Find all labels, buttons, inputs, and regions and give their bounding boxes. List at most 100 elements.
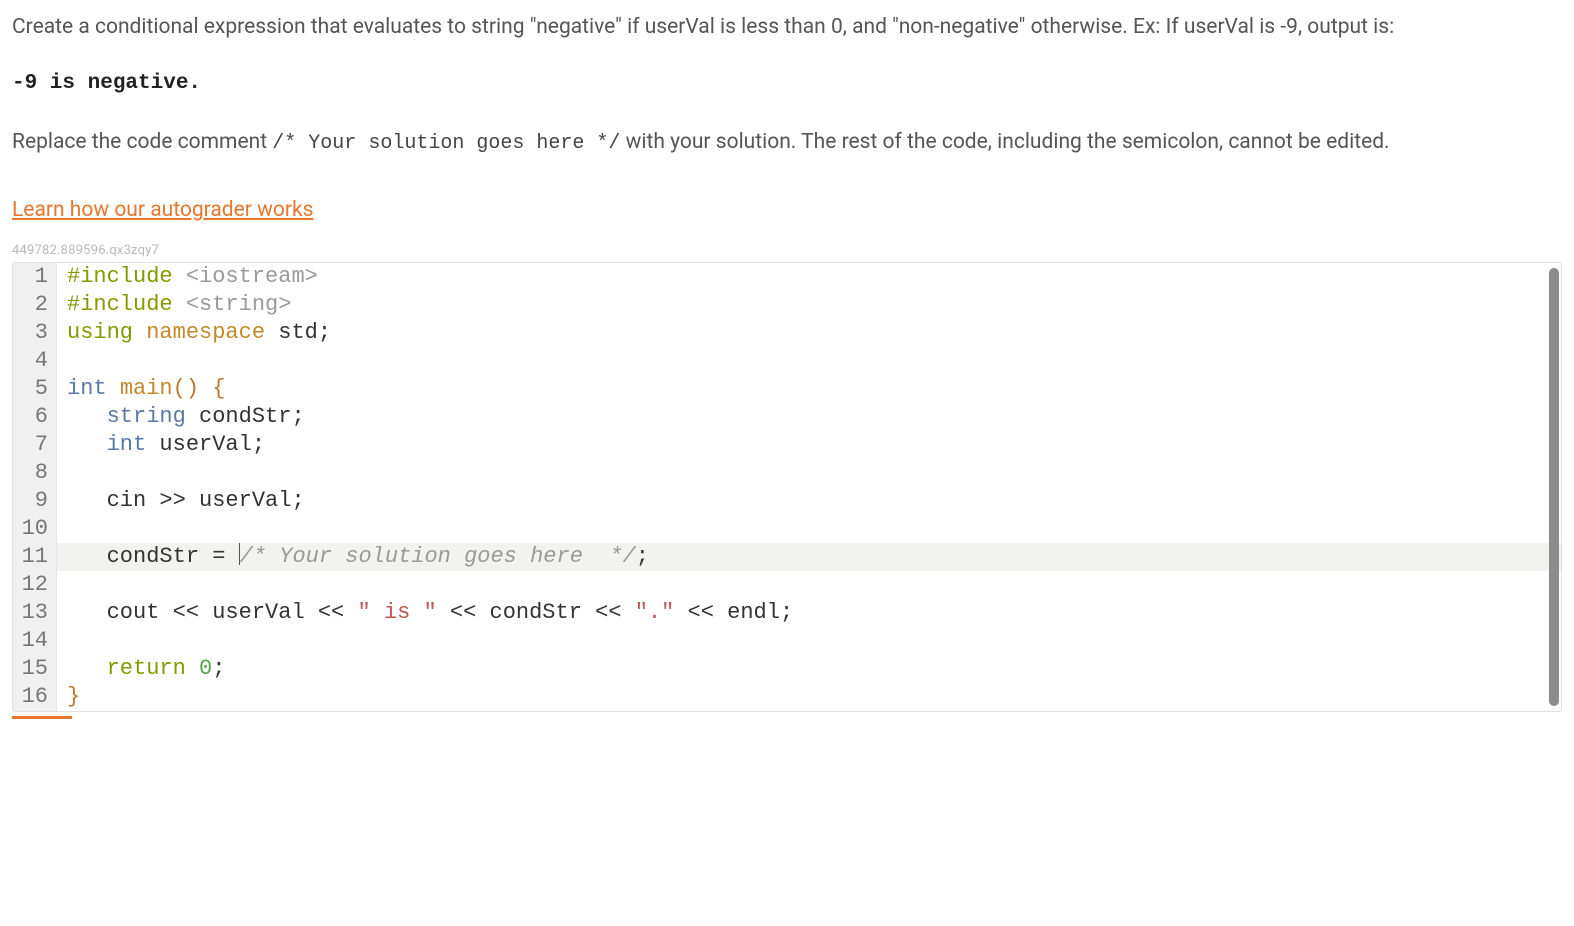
code-line[interactable]: 1#include <iostream> [13, 263, 1561, 291]
code-token: userVal [199, 488, 291, 513]
code-cell[interactable]: condStr = /* Your solution goes here */; [57, 543, 1561, 571]
code-token: << [173, 600, 213, 625]
code-token: cin [107, 488, 160, 513]
code-token [437, 600, 450, 625]
prompt-paragraph-1: Create a conditional expression that eva… [12, 12, 1562, 44]
code-token: ; [636, 544, 649, 569]
code-cell[interactable]: } [57, 683, 1561, 711]
code-token: ; [291, 404, 304, 429]
code-token: using [67, 320, 146, 345]
code-token: { [212, 376, 225, 401]
code-token: >> [159, 488, 199, 513]
line-number: 15 [13, 655, 57, 683]
code-line[interactable]: 15 return 0; [13, 655, 1561, 683]
code-token [67, 544, 107, 569]
code-token: condStr [107, 544, 213, 569]
code-token: std [278, 320, 318, 345]
code-token: "." [635, 600, 675, 625]
code-cell[interactable] [57, 459, 1561, 487]
line-number: 11 [13, 543, 57, 571]
code-token: } [67, 684, 80, 709]
line-number: 7 [13, 431, 57, 459]
code-line[interactable]: 4 [13, 347, 1561, 375]
code-token: main [120, 376, 173, 401]
code-line[interactable]: 6 string condStr; [13, 403, 1561, 431]
code-token: <iostream> [186, 264, 318, 289]
code-editor-wrap: 1#include <iostream>2#include <string>3u… [12, 262, 1562, 712]
code-token [67, 432, 107, 457]
code-token: int [67, 376, 120, 401]
code-line[interactable]: 16} [13, 683, 1561, 711]
prompt-block: Create a conditional expression that eva… [12, 12, 1562, 159]
code-cell[interactable] [57, 347, 1561, 375]
code-cell[interactable]: string condStr; [57, 403, 1561, 431]
line-number: 6 [13, 403, 57, 431]
line-number: 16 [13, 683, 57, 711]
line-number: 4 [13, 347, 57, 375]
code-line[interactable]: 3using namespace std; [13, 319, 1561, 347]
code-token [674, 600, 687, 625]
code-token: #include [67, 292, 186, 317]
code-token [67, 404, 107, 429]
code-token: () [173, 376, 199, 401]
line-number: 2 [13, 291, 57, 319]
autograder-link[interactable]: Learn how our autograder works [12, 198, 313, 222]
code-cell[interactable] [57, 571, 1561, 599]
code-token: userVal [212, 600, 318, 625]
line-number: 1 [13, 263, 57, 291]
code-token: cout [107, 600, 173, 625]
code-cell[interactable]: cout << userVal << " is " << condStr << … [57, 599, 1561, 627]
autograder-link-wrap: Learn how our autograder works [12, 195, 1562, 227]
code-line[interactable]: 2#include <string> [13, 291, 1561, 319]
line-number: 14 [13, 627, 57, 655]
sample-output: -9 is negative. [12, 68, 1562, 100]
code-token [67, 656, 107, 681]
code-token: #include [67, 264, 186, 289]
code-line[interactable]: 7 int userVal; [13, 431, 1561, 459]
code-line[interactable]: 5int main() { [13, 375, 1561, 403]
code-token: ; [318, 320, 331, 345]
code-cell[interactable]: return 0; [57, 655, 1561, 683]
line-number: 13 [13, 599, 57, 627]
code-cell[interactable] [57, 627, 1561, 655]
code-token: userVal [159, 432, 251, 457]
code-token [199, 376, 212, 401]
code-token: ; [212, 656, 225, 681]
code-token: /* Your solution goes here */ [240, 544, 636, 569]
code-token: 0 [199, 656, 212, 681]
prompt-p2-b: with your solution. The rest of the code… [620, 130, 1389, 154]
code-token: string [107, 404, 199, 429]
code-token: ; [291, 488, 304, 513]
code-token: int [107, 432, 160, 457]
code-line[interactable]: 8 [13, 459, 1561, 487]
code-line[interactable]: 14 [13, 627, 1561, 655]
code-line[interactable]: 11 condStr = /* Your solution goes here … [13, 543, 1561, 571]
code-cell[interactable] [57, 515, 1561, 543]
code-token: namespace [146, 320, 278, 345]
code-editor[interactable]: 1#include <iostream>2#include <string>3u… [12, 262, 1562, 712]
code-cell[interactable]: int userVal; [57, 431, 1561, 459]
code-token: << [595, 600, 635, 625]
code-line[interactable]: 12 [13, 571, 1561, 599]
line-number: 10 [13, 515, 57, 543]
prompt-inline-code: /* Your solution goes here */ [272, 132, 620, 155]
code-token [67, 488, 107, 513]
code-token: ; [252, 432, 265, 457]
code-token: << [450, 600, 490, 625]
prompt-paragraph-2: Replace the code comment /* Your solutio… [12, 127, 1562, 159]
scrollbar-thumb[interactable] [1549, 268, 1559, 706]
code-cell[interactable]: cin >> userVal; [57, 487, 1561, 515]
code-line[interactable]: 9 cin >> userVal; [13, 487, 1561, 515]
code-token: condStr [490, 600, 596, 625]
code-token: " is " [357, 600, 436, 625]
line-number: 3 [13, 319, 57, 347]
code-cell[interactable]: #include <string> [57, 291, 1561, 319]
code-cell[interactable]: using namespace std; [57, 319, 1561, 347]
code-cell[interactable]: int main() { [57, 375, 1561, 403]
code-token [67, 600, 107, 625]
code-token: ; [780, 600, 793, 625]
code-line[interactable]: 13 cout << userVal << " is " << condStr … [13, 599, 1561, 627]
code-line[interactable]: 10 [13, 515, 1561, 543]
line-number: 12 [13, 571, 57, 599]
code-cell[interactable]: #include <iostream> [57, 263, 1561, 291]
